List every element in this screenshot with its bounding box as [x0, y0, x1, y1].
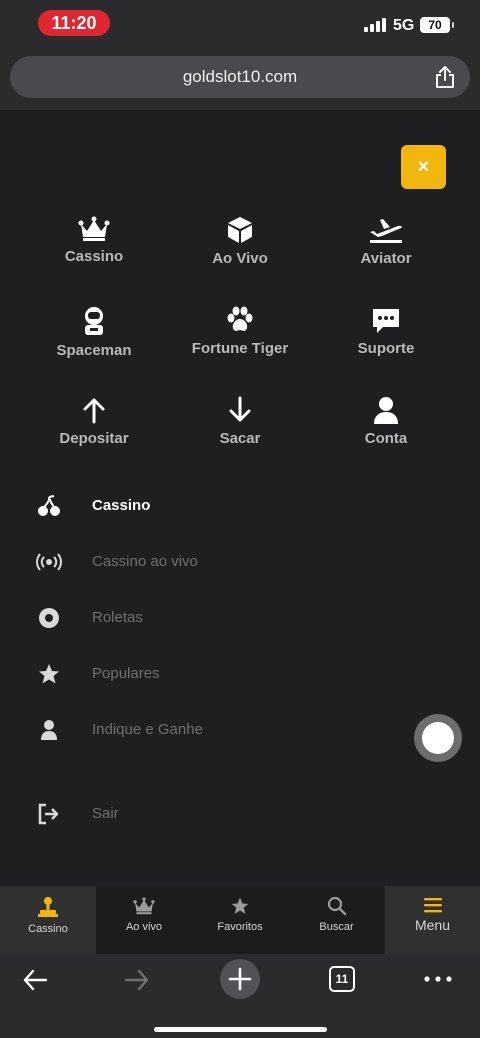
grid-label: Fortune Tiger	[191, 340, 289, 357]
grid-label: Aviator	[360, 250, 412, 267]
grid-item-conta[interactable]: Conta	[316, 396, 456, 466]
grid-item-suporte[interactable]: Suporte	[316, 306, 456, 376]
cube-icon	[228, 217, 252, 243]
forward-arrow-icon[interactable]	[124, 968, 150, 992]
astronaut-icon	[85, 307, 103, 335]
arrow-up-icon	[83, 398, 105, 424]
grid-label: Conta	[364, 430, 408, 447]
new-tab-plus-icon[interactable]	[219, 958, 261, 1000]
menu-label: Cassino	[92, 497, 151, 514]
status-bar: 11:20 5G 70	[0, 0, 480, 48]
menu-item-populares[interactable]: Populares	[0, 654, 400, 694]
close-button[interactable]: ×	[401, 145, 446, 189]
arrow-down-icon	[229, 396, 251, 422]
grid-item-depositar[interactable]: Depositar	[24, 396, 164, 466]
crown-icon	[133, 897, 155, 915]
search-icon	[327, 896, 346, 916]
assistive-touch-button[interactable]	[414, 714, 462, 762]
grid-label: Spaceman	[56, 342, 132, 359]
nav-favoritos[interactable]: Favoritos	[192, 886, 288, 954]
grid-item-cassino[interactable]: Cassino	[24, 216, 164, 286]
user-icon	[41, 720, 57, 740]
grid-item-ao-vivo[interactable]: Ao Vivo	[170, 216, 310, 286]
share-icon[interactable]	[434, 65, 456, 89]
hamburger-icon	[423, 898, 442, 913]
grid-label: Depositar	[59, 430, 129, 447]
status-time: 11:20	[38, 10, 110, 36]
grid-item-aviator[interactable]: Aviator	[316, 216, 456, 286]
back-arrow-icon[interactable]	[22, 968, 48, 992]
roulette-icon	[39, 608, 59, 628]
crown-icon	[78, 216, 110, 241]
grid-label: Suporte	[357, 340, 415, 357]
menu-label: Cassino ao vivo	[92, 553, 198, 570]
menu-item-cassino-ao-vivo[interactable]: Cassino ao vivo	[0, 542, 400, 582]
battery-icon: 70	[420, 17, 454, 33]
nav-label: Favoritos	[217, 921, 263, 933]
grid-label: Ao Vivo	[212, 250, 268, 267]
user-icon	[374, 397, 398, 424]
nav-label: Ao vivo	[125, 921, 163, 933]
nav-menu[interactable]: Menu	[385, 886, 480, 954]
nav-label: Menu	[414, 917, 451, 933]
menu-label: Indique e Ganhe	[92, 721, 203, 738]
joystick-icon	[38, 897, 58, 917]
address-bar[interactable]: goldslot10.com	[10, 56, 470, 98]
home-indicator	[154, 1027, 327, 1032]
grid-label: Sacar	[219, 430, 261, 447]
chat-icon	[373, 309, 399, 333]
grid-item-sacar[interactable]: Sacar	[170, 396, 310, 466]
menu-item-roletas[interactable]: Roletas	[0, 598, 400, 638]
browser-address-area: goldslot10.com	[0, 48, 480, 110]
menu-item-sair[interactable]: Sair	[0, 794, 400, 834]
browser-toolbar: 11	[0, 954, 480, 1038]
broadcast-icon	[36, 553, 62, 571]
more-options-icon[interactable]	[424, 976, 452, 982]
nav-cassino[interactable]: Cassino	[0, 886, 96, 954]
tabs-count-button[interactable]: 11	[329, 966, 355, 992]
signal-icon	[364, 18, 386, 32]
network-type: 5G	[393, 17, 415, 34]
nav-label: Buscar	[319, 921, 354, 933]
bottom-nav: Cassino Ao vivo Favoritos Buscar Menu	[0, 886, 480, 954]
nav-label: Cassino	[28, 923, 68, 935]
menu-label: Roletas	[92, 609, 143, 626]
airplane-icon	[370, 219, 402, 243]
grid-item-fortune-tiger[interactable]: Fortune Tiger	[170, 306, 310, 376]
grid-item-spaceman[interactable]: Spaceman	[24, 306, 164, 376]
grid-label: Cassino	[64, 248, 124, 265]
menu-label: Populares	[92, 665, 160, 682]
nav-ao-vivo[interactable]: Ao vivo	[96, 886, 192, 954]
cherries-icon	[38, 495, 60, 516]
url-text[interactable]: goldslot10.com	[10, 67, 470, 87]
star-icon	[231, 897, 249, 914]
paw-icon	[227, 306, 253, 331]
menu-item-cassino[interactable]: Cassino	[0, 486, 400, 526]
nav-buscar[interactable]: Buscar	[288, 886, 385, 954]
menu-label: Sair	[92, 805, 119, 822]
logout-icon	[38, 803, 59, 825]
star-icon	[39, 664, 59, 684]
menu-item-indique-e-ganhe[interactable]: Indique e Ganhe	[0, 710, 400, 750]
